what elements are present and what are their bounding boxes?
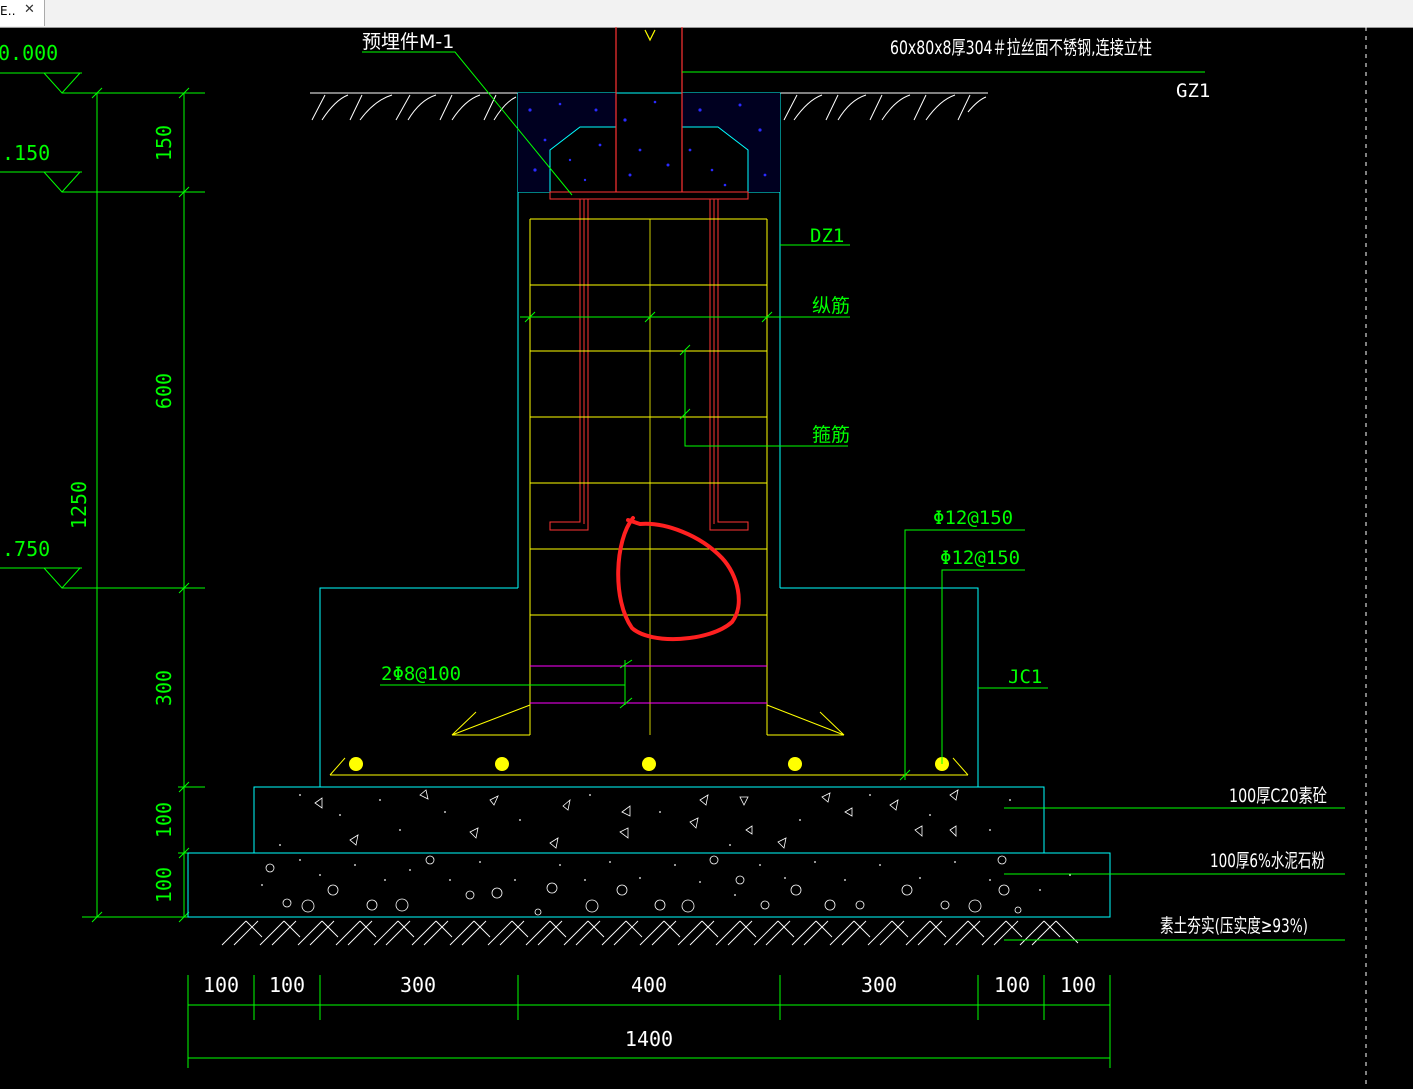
soil-hatch bbox=[221, 920, 1079, 946]
label-c20-layer: 100厚C20素砼 bbox=[1229, 785, 1327, 807]
hdim-1400: 1400 bbox=[625, 1027, 673, 1051]
label-stirrup: 箍筋 bbox=[812, 424, 850, 446]
hdim-100-a: 100 bbox=[203, 973, 239, 997]
highlight-circle bbox=[616, 516, 741, 642]
drawing-tab-label: E‥ bbox=[0, 4, 16, 18]
label-compacted-soil: 素土夯实(压实度≥93%) bbox=[1160, 915, 1308, 937]
label-steel-post: 60x80x8厚304＃拉丝面不锈钢,连接立柱 bbox=[890, 37, 1152, 59]
cement-layer bbox=[187, 852, 1111, 918]
dim-1250: 1250 bbox=[67, 481, 91, 529]
pier-outline bbox=[319, 192, 979, 787]
label-jc1: JC1 bbox=[1008, 666, 1042, 688]
anchor-bars bbox=[549, 199, 749, 531]
bottom-bars bbox=[349, 757, 949, 771]
label-cement-layer: 100厚6%水泥石粉 bbox=[1210, 850, 1325, 872]
close-icon[interactable]: ✕ bbox=[24, 2, 35, 17]
label-dz1: DZ1 bbox=[810, 225, 844, 247]
hdim-100-b: 100 bbox=[269, 973, 305, 997]
hdim-300-a: 300 bbox=[400, 973, 436, 997]
column-cap bbox=[517, 92, 781, 200]
c20-layer bbox=[253, 786, 1045, 854]
dim-100-cement: 100 bbox=[152, 867, 176, 903]
cad-canvas[interactable]: 0.000 .150 .750 150 600 300 100 100 1250 bbox=[0, 27, 1413, 1089]
hdim-300-b: 300 bbox=[861, 973, 897, 997]
steel-post bbox=[615, 27, 683, 192]
dim-150: 150 bbox=[152, 125, 176, 161]
dim-300: 300 bbox=[152, 670, 176, 706]
label-gz1: GZ1 bbox=[1176, 80, 1210, 102]
label-embed-m1: 预埋件M-1 bbox=[362, 31, 454, 53]
dim-100-c20: 100 bbox=[152, 802, 176, 838]
label-rebar-2: Φ12@150 bbox=[940, 547, 1020, 569]
rebar-cage bbox=[329, 218, 969, 776]
tab-bar: E‥ ✕ bbox=[0, 0, 1413, 28]
hdim-100-c: 100 bbox=[994, 973, 1030, 997]
elevation-low: .750 bbox=[2, 537, 50, 561]
label-longitudinal-bar: 纵筋 bbox=[812, 295, 850, 317]
ground-hatch bbox=[310, 92, 988, 121]
dim-600: 600 bbox=[152, 373, 176, 409]
elevation-top: 0.000 bbox=[0, 41, 58, 65]
label-rebar-1: Φ12@150 bbox=[933, 507, 1013, 529]
elevation-mid: .150 bbox=[2, 141, 50, 165]
hdim-400: 400 bbox=[631, 973, 667, 997]
drawing-tab[interactable]: E‥ ✕ bbox=[0, 0, 45, 26]
leader-lines bbox=[362, 51, 1345, 941]
hdim-100-d: 100 bbox=[1060, 973, 1096, 997]
label-rebar-3: 2Φ8@100 bbox=[381, 663, 461, 685]
